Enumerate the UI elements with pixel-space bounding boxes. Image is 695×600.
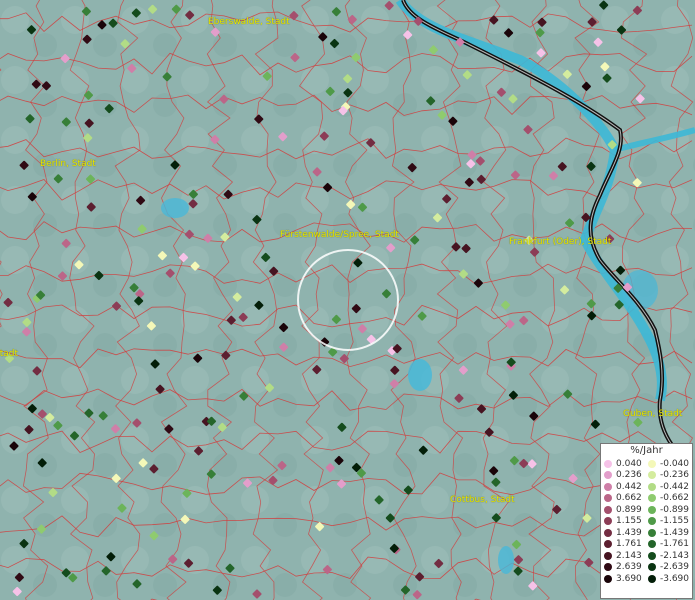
legend-label: 0.236 <box>616 470 642 481</box>
city-label-stadt-edge: Stadt <box>0 349 18 359</box>
legend-swatch <box>604 482 612 491</box>
legend-entry-negative: -0.236 <box>648 470 692 480</box>
legend-swatch <box>604 551 612 560</box>
legend-entry-negative: -2.143 <box>648 551 692 561</box>
legend-entry-negative: -1.761 <box>648 539 692 549</box>
legend-swatch <box>648 482 656 491</box>
legend-label: -0.662 <box>660 493 690 504</box>
lake-3 <box>498 546 514 574</box>
legend-row: 2.143 -2.143 <box>604 550 692 562</box>
legend-row: 1.761 -1.761 <box>604 539 692 551</box>
legend-label: 0.442 <box>616 481 642 492</box>
legend-entry-positive: 1.439 <box>604 528 648 538</box>
legend-swatch <box>604 574 612 583</box>
legend-label: 0.662 <box>616 493 642 504</box>
legend-label: -2.143 <box>660 550 690 561</box>
legend-swatch <box>648 528 656 537</box>
legend-rows: 0.040 -0.040 0.236 -0.236 0.442 -0.442 0.662 -0… <box>604 458 692 585</box>
legend-entry-negative: -0.899 <box>648 505 692 515</box>
legend-label: -1.439 <box>660 527 690 538</box>
legend-entry-positive: 1.155 <box>604 516 648 526</box>
legend-entry-positive: 0.899 <box>604 505 648 515</box>
legend-entry-negative: -3.690 <box>648 574 692 584</box>
city-label-guben: Guben, Stadt <box>623 409 683 419</box>
lake-2 <box>161 198 189 218</box>
legend-row: 0.236 -0.236 <box>604 470 692 482</box>
legend-title: %/Jahr <box>630 445 663 456</box>
legend-row: 1.155 -1.155 <box>604 516 692 528</box>
legend-swatch <box>648 517 656 526</box>
legend-swatch <box>604 505 612 514</box>
legend-swatch <box>604 459 612 468</box>
city-label-frankfurt-oder: Frankfurt (Oder), Stadt <box>509 237 612 247</box>
city-label-fuerstenwalde: Fürstenwalde/Spree, Stadt <box>280 230 399 240</box>
legend-label: 2.639 <box>616 562 642 573</box>
legend-entry-positive: 0.662 <box>604 493 648 503</box>
legend-row: 1.439 -1.439 <box>604 527 692 539</box>
legend-swatch <box>604 563 612 572</box>
legend-label: 1.761 <box>616 539 642 550</box>
legend-swatch <box>604 494 612 503</box>
legend-entry-positive: 0.442 <box>604 482 648 492</box>
legend-swatch <box>604 517 612 526</box>
legend-entry-positive: 2.143 <box>604 551 648 561</box>
legend-label: 1.439 <box>616 527 642 538</box>
legend-label: -3.690 <box>660 573 690 584</box>
legend-entry-negative: -0.662 <box>648 493 692 503</box>
legend-label: -1.155 <box>660 516 690 527</box>
legend-entry-negative: -1.439 <box>648 528 692 538</box>
city-label-eberswalde: Eberswalde, Stadt <box>208 17 290 27</box>
legend-swatch <box>648 471 656 480</box>
legend-swatch <box>648 494 656 503</box>
legend-row: 0.899 -0.899 <box>604 504 692 516</box>
legend-swatch <box>648 459 656 468</box>
legend-row: 0.040 -0.040 <box>604 458 692 470</box>
legend-swatch <box>648 574 656 583</box>
legend-swatch <box>604 528 612 537</box>
legend-swatch <box>648 563 656 572</box>
legend-entry-negative: -0.442 <box>648 482 692 492</box>
legend-label: 3.690 <box>616 573 642 584</box>
legend-label: -0.442 <box>660 481 690 492</box>
map-canvas[interactable] <box>0 0 695 600</box>
city-label-cottbus: Cottbus, Stadt <box>450 495 515 505</box>
legend-swatch <box>604 471 612 480</box>
city-label-berlin: Berlin, Stadt <box>40 159 96 169</box>
legend-label: -0.236 <box>660 470 690 481</box>
legend-label: 1.155 <box>616 516 642 527</box>
legend-label: -1.761 <box>660 539 690 550</box>
map-view[interactable]: Eberswalde, Stadt Berlin, Stadt Fürstenw… <box>0 0 695 600</box>
legend-swatch <box>648 540 656 549</box>
legend-label: 0.899 <box>616 504 642 515</box>
legend-row: 3.690 -3.690 <box>604 573 692 585</box>
legend-entry-negative: -1.155 <box>648 516 692 526</box>
legend-label: -0.899 <box>660 504 690 515</box>
legend-swatch <box>648 505 656 514</box>
legend-label: -2.639 <box>660 562 690 573</box>
legend-label: 2.143 <box>616 550 642 561</box>
legend-entry-positive: 0.040 <box>604 459 648 469</box>
legend-swatch <box>604 540 612 549</box>
legend-entry-positive: 3.690 <box>604 574 648 584</box>
lake-1 <box>408 359 432 391</box>
legend-row: 0.442 -0.442 <box>604 481 692 493</box>
legend-row: 2.639 -2.639 <box>604 562 692 574</box>
legend-label: 0.040 <box>616 458 642 469</box>
legend-row: 0.662 -0.662 <box>604 493 692 505</box>
legend-entry-negative: -2.639 <box>648 562 692 572</box>
legend-entry-positive: 2.639 <box>604 562 648 572</box>
legend-entry-positive: 1.761 <box>604 539 648 549</box>
legend-swatch <box>648 551 656 560</box>
legend-entry-negative: -0.040 <box>648 459 692 469</box>
legend: %/Jahr 0.040 -0.040 0.236 -0.236 0.442 -0.442… <box>600 443 693 599</box>
legend-entry-positive: 0.236 <box>604 470 648 480</box>
legend-label: -0.040 <box>660 458 690 469</box>
